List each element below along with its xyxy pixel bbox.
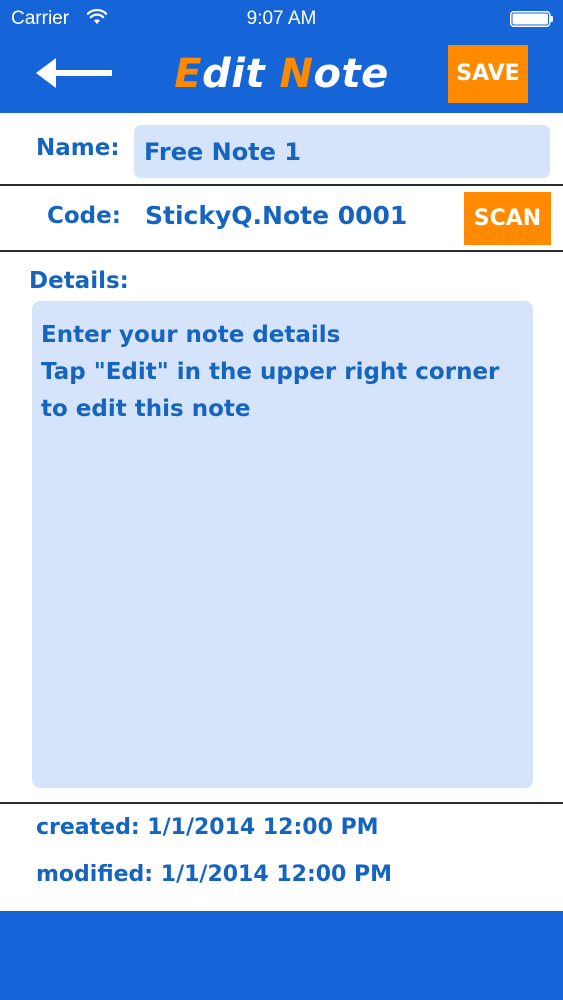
code-row: Code: StickyQ.Note 0001 SCAN (0, 186, 563, 252)
bottom-bar (0, 911, 563, 1000)
title-text-2: ote (313, 51, 389, 97)
created-timestamp: created: 1/1/2014 12:00 PM (36, 815, 379, 840)
details-textarea[interactable]: Enter your note details Tap "Edit" in th… (32, 301, 533, 788)
modified-timestamp: modified: 1/1/2014 12:00 PM (36, 862, 393, 887)
details-label: Details: (29, 268, 129, 294)
title-accent-e: E (174, 51, 203, 97)
save-button[interactable]: SAVE (448, 45, 528, 103)
scan-button[interactable]: SCAN (464, 192, 551, 245)
status-time: 9:07 AM (246, 8, 317, 29)
status-bar: Carrier 9:07 AM (0, 0, 563, 38)
footer-divider (0, 802, 563, 804)
name-label: Name: (36, 135, 120, 161)
edit-note-screen: Carrier 9:07 AM Edit Note SAVE Name: Fre… (0, 0, 563, 1000)
name-row: Name: (0, 113, 563, 186)
header-bar: Carrier 9:07 AM Edit Note SAVE (0, 0, 563, 113)
code-label: Code: (47, 203, 121, 229)
title-accent-n: N (279, 51, 314, 97)
battery-icon (510, 11, 553, 27)
name-input[interactable] (134, 125, 550, 178)
code-value: StickyQ.Note 0001 (145, 201, 408, 230)
title-text-1: dit (202, 51, 280, 97)
